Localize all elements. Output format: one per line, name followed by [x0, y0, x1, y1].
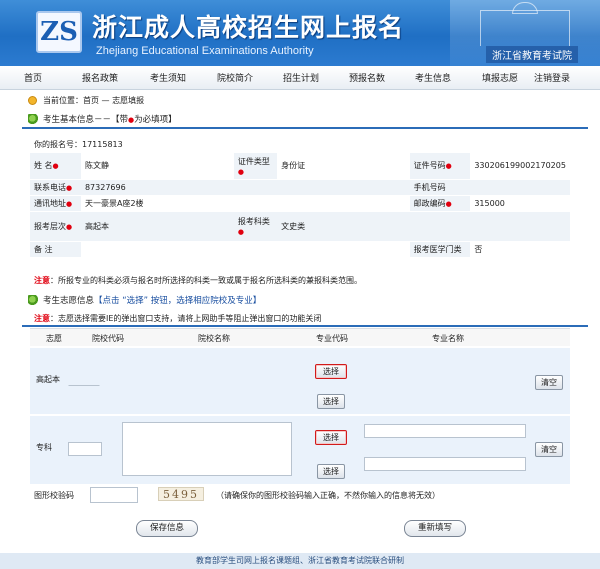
mobile-value — [470, 179, 570, 196]
captcha-row: 图形校验码 5495 （请确保你的图形校验码输入正确，不然你输入的信息将无效） — [30, 484, 570, 508]
major-name-field[interactable] — [364, 424, 526, 438]
site-title: 浙江成人高校招生网上报名 — [92, 13, 405, 42]
department-name: 浙江省教育考试院 — [486, 46, 578, 63]
captcha-input[interactable] — [90, 487, 138, 503]
nav-item-info[interactable]: 考生信息 — [400, 71, 466, 84]
volunteer-row-2: 专科 选择 选择 清空 — [30, 416, 570, 484]
id-number-value: 330206199002170205 — [470, 153, 570, 180]
major-name-field[interactable] — [364, 457, 526, 471]
phone-value: 87327696 — [80, 179, 234, 196]
select-button[interactable]: 选择 — [317, 394, 345, 409]
medical-value: 否 — [470, 241, 570, 258]
breadcrumb: 当前位置：首页 — 志愿填报 — [28, 95, 144, 106]
basic-info-title: 考生基本信息－－【带●为必填项】 — [28, 113, 177, 125]
select-button[interactable]: 选择 — [315, 364, 347, 379]
divider — [22, 127, 588, 129]
leaf-icon — [28, 295, 39, 306]
nav-item-logout[interactable]: 注销登录 — [534, 71, 570, 84]
volunteer-row-1: 高起本 选择 选择 清空 — [30, 348, 570, 414]
footer: 教育部学生司网上报名课题组、浙江省教育考试院联合研制 — [0, 553, 600, 569]
basic-info-table: 姓 名● 陈文静 证件类型 ● 身份证 证件号码● 330206199002170… — [30, 153, 570, 258]
location-icon — [28, 96, 37, 105]
volunteer-info-title: 考生志愿信息【点击 “选择” 按钮，选择相应院校及专业】 — [28, 294, 261, 306]
postcode-value: 315000 — [470, 195, 570, 212]
captcha-label: 图形校验码 — [34, 491, 74, 500]
nav-item-home[interactable]: 首页 — [0, 71, 66, 84]
nav-item-notice[interactable]: 考生须知 — [134, 71, 202, 84]
nav-item-prereg[interactable]: 预报名数 — [334, 71, 400, 84]
header-banner: ZS 浙江成人高校招生网上报名 Zhejiang Educational Exa… — [0, 0, 600, 66]
reg-number: 你的报名号：17115813 — [34, 140, 123, 149]
divider — [22, 325, 588, 327]
school-code-input[interactable] — [68, 372, 100, 386]
site-subtitle: Zhejiang Educational Examinations Author… — [96, 45, 314, 57]
leaf-icon — [28, 114, 39, 125]
captcha-hint: （请确保你的图形校验码输入正确，不然你输入的信息将无效） — [216, 491, 440, 500]
level-value: 高起本 — [80, 211, 234, 242]
remark-value — [80, 241, 234, 258]
id-type-value: 身份证 — [277, 153, 410, 180]
nav-item-schools[interactable]: 院校简介 — [202, 71, 268, 84]
address-value: 天一豪景A座2楼 — [80, 195, 234, 212]
nav-item-plan[interactable]: 招生计划 — [268, 71, 334, 84]
school-name-field[interactable] — [122, 422, 292, 476]
notice-category: 注意：所报专业的科类必须与报名时所选择的科类一致或属于报名所选科类的兼报科类范围… — [34, 276, 362, 285]
name-value: 陈文静 — [80, 153, 234, 180]
nav-item-policy[interactable]: 报名政策 — [66, 71, 134, 84]
save-button[interactable]: 保存信息 — [136, 520, 198, 537]
clear-button[interactable]: 清空 — [535, 375, 563, 390]
volunteer-table-header: 志愿 院校代码 院校名称 专业代码 专业名称 — [30, 328, 570, 346]
select-button[interactable]: 选择 — [317, 464, 345, 479]
main-nav: 首页 报名政策 考生须知 院校简介 招生计划 预报名数 考生信息 填报志愿 注销… — [0, 66, 600, 90]
clear-button[interactable]: 清空 — [535, 442, 563, 457]
reset-button[interactable]: 重新填写 — [404, 520, 466, 537]
logo: ZS — [36, 11, 82, 53]
category-value: 文史类 — [277, 211, 410, 242]
school-code-input[interactable] — [68, 442, 102, 456]
select-button[interactable]: 选择 — [315, 430, 347, 445]
captcha-image[interactable]: 5495 — [158, 487, 204, 501]
notice-popup: 注意：志愿选择需要IE的弹出窗口支持，请将上网助手等阻止弹出窗口的功能关闭 — [34, 314, 322, 323]
nav-item-volunteer[interactable]: 填报志愿 — [466, 71, 534, 84]
